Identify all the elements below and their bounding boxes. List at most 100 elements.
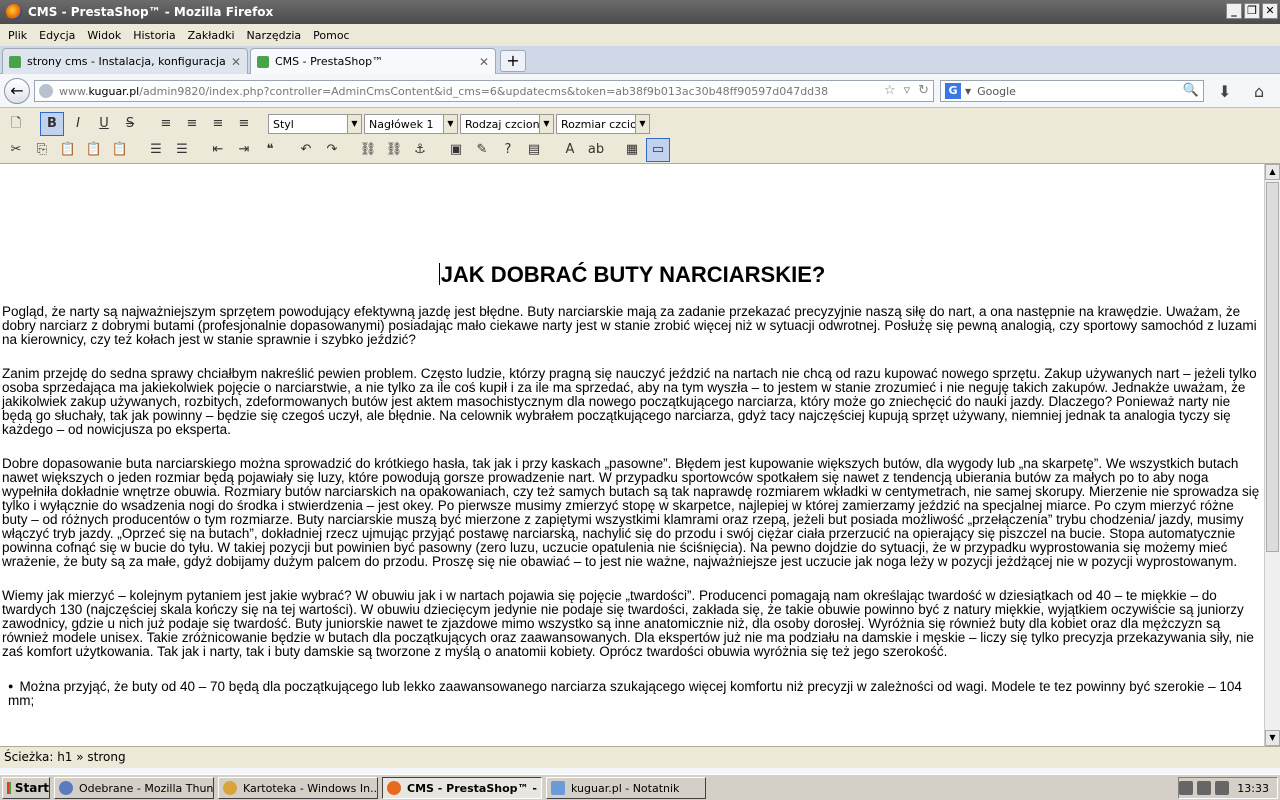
cleanup-icon[interactable]: ✎: [470, 138, 494, 162]
italic-button[interactable]: I: [66, 112, 90, 136]
scroll-thumb[interactable]: [1266, 182, 1279, 552]
align-right-icon[interactable]: ≡: [206, 112, 230, 136]
tray-app-icon[interactable]: [1179, 781, 1194, 795]
font-color-icon[interactable]: A: [558, 138, 582, 162]
help-icon[interactable]: ?: [496, 138, 520, 162]
taskbar-kartoteka[interactable]: Kartoteka - Windows In...: [218, 777, 378, 799]
undo-icon[interactable]: ↶: [294, 138, 318, 162]
close-tab-icon[interactable]: ✕: [231, 55, 241, 69]
menu-edycja[interactable]: Edycja: [33, 29, 81, 42]
url-prefix: www.: [59, 84, 89, 98]
bold-button[interactable]: B: [40, 112, 64, 136]
numbered-list-icon[interactable]: ☰: [170, 138, 194, 162]
fullscreen-icon[interactable]: ▭: [646, 138, 670, 162]
minimize-button[interactable]: _: [1226, 3, 1242, 19]
new-doc-icon[interactable]: 🗋: [4, 112, 28, 136]
bookmark-star-icon[interactable]: ☆: [884, 83, 896, 98]
window-title: CMS - PrestaShop™ - Mozilla Firefox: [28, 5, 274, 19]
format-select[interactable]: Nagłówek 1 ▼: [364, 114, 458, 134]
paste-icon[interactable]: 📋: [56, 138, 80, 162]
align-center-icon[interactable]: ≡: [180, 112, 204, 136]
article-body[interactable]: Pogląd, że narty są najważniejszym sprzę…: [2, 305, 1262, 708]
copy-icon[interactable]: ⎘: [30, 138, 54, 162]
html-icon[interactable]: ▤: [522, 138, 546, 162]
volume-icon[interactable]: [1215, 781, 1230, 795]
history-dropdown-icon[interactable]: ▿: [904, 83, 911, 98]
page-heading[interactable]: JAK DOBRAĆ BUTY NARCIARSKIE?: [0, 262, 1264, 288]
anchor-icon[interactable]: ⚓: [408, 138, 432, 162]
paste-text-icon[interactable]: 📋: [82, 138, 106, 162]
align-justify-icon[interactable]: ≡: [232, 112, 256, 136]
menu-pomoc[interactable]: Pomoc: [307, 29, 355, 42]
editor-toolbar: 🗋 B I U S ≡ ≡ ≡ ≡ Styl ▼ Nagłówek 1 ▼ Rodzaj czcionki…: [0, 108, 1280, 164]
tab-strony-cms[interactable]: strony cms - Instalacja, konfiguracja i …: [2, 48, 248, 74]
font-size-select[interactable]: Rozmiar czcionki▼: [556, 114, 650, 134]
style-select[interactable]: Styl ▼: [268, 114, 362, 134]
search-icon[interactable]: 🔍: [1183, 83, 1199, 98]
tab-label: strony cms - Instalacja, konfiguracja i …: [27, 55, 227, 68]
chevron-down-icon[interactable]: ▼: [347, 115, 361, 133]
indent-icon[interactable]: ⇥: [232, 138, 256, 162]
vertical-scrollbar[interactable]: ▲ ▼: [1264, 164, 1280, 746]
site-identity-icon[interactable]: [39, 84, 53, 98]
outdent-icon[interactable]: ⇤: [206, 138, 230, 162]
scroll-up-icon[interactable]: ▲: [1265, 164, 1280, 180]
window-titlebar: CMS - PrestaShop™ - Mozilla Firefox _ ❐ …: [0, 0, 1280, 24]
close-tab-icon[interactable]: ✕: [479, 55, 489, 69]
blockquote-icon[interactable]: ❝: [258, 138, 282, 162]
menu-widok[interactable]: Widok: [81, 29, 127, 42]
cut-icon[interactable]: ✂: [4, 138, 28, 162]
taskbar-notepad[interactable]: kuguar.pl - Notatnik: [546, 777, 706, 799]
list-item: Można przyjąć, że buty od 40 – 70 będą d…: [8, 679, 1262, 708]
chevron-down-icon[interactable]: ▼: [539, 115, 553, 133]
search-bar[interactable]: G ▼ Google 🔍: [940, 80, 1204, 102]
tab-cms-prestashop[interactable]: CMS - PrestaShop™ ✕: [250, 48, 496, 74]
taskbar-thunderbird[interactable]: Odebrane - Mozilla Thun...: [54, 777, 214, 799]
taskbar-firefox[interactable]: CMS - PrestaShop™ - M...: [382, 777, 542, 799]
google-engine-icon[interactable]: G: [945, 83, 961, 99]
menu-zakladki[interactable]: Zakładki: [182, 29, 241, 42]
task-label: kuguar.pl - Notatnik: [571, 781, 680, 795]
reload-icon[interactable]: ↻: [918, 83, 929, 98]
favicon-icon: [257, 55, 269, 68]
font-size-select-value: Rozmiar czcionki: [561, 117, 637, 131]
home-icon[interactable]: ⌂: [1254, 82, 1264, 101]
menu-plik[interactable]: Plik: [2, 29, 33, 42]
bg-color-icon[interactable]: ab: [584, 138, 608, 162]
element-path-bar: Ścieżka: h1 » strong: [0, 746, 1280, 768]
unlink-icon[interactable]: ⛓: [382, 138, 406, 162]
new-tab-button[interactable]: +: [500, 50, 526, 72]
search-placeholder: Google: [977, 84, 1016, 98]
align-left-icon[interactable]: ≡: [154, 112, 178, 136]
menu-bar: Plik Edycja Widok Historia Zakładki Narz…: [0, 24, 1280, 46]
chevron-down-icon[interactable]: ▼: [635, 115, 649, 133]
download-icon[interactable]: ⬇: [1218, 82, 1231, 101]
scroll-down-icon[interactable]: ▼: [1265, 730, 1280, 746]
url-bar[interactable]: www. kuguar.pl /admin9820/index.php?cont…: [34, 80, 934, 102]
editor-content[interactable]: JAK DOBRAĆ BUTY NARCIARSKIE? Pogląd, że …: [0, 164, 1264, 746]
start-label: Start: [14, 781, 49, 795]
windows-logo-icon: [7, 782, 11, 794]
maximize-button[interactable]: ❐: [1244, 3, 1260, 19]
font-family-select-value: Rodzaj czcionki: [465, 117, 541, 131]
task-label: CMS - PrestaShop™ - M...: [407, 781, 541, 795]
link-icon[interactable]: ⛓: [356, 138, 380, 162]
font-family-select[interactable]: Rodzaj czcionki ▼: [460, 114, 554, 134]
close-window-button[interactable]: ✕: [1262, 3, 1278, 19]
underline-button[interactable]: U: [92, 112, 116, 136]
image-icon[interactable]: ▣: [444, 138, 468, 162]
menu-narzedzia[interactable]: Narzędzia: [241, 29, 308, 42]
start-button[interactable]: Start: [2, 777, 50, 799]
back-button[interactable]: ←: [4, 78, 30, 104]
chevron-down-icon[interactable]: ▼: [443, 115, 457, 133]
favicon-icon: [9, 55, 21, 68]
paste-word-icon[interactable]: 📋: [108, 138, 132, 162]
bullet-list-icon[interactable]: ☰: [144, 138, 168, 162]
menu-historia[interactable]: Historia: [127, 29, 181, 42]
redo-icon[interactable]: ↷: [320, 138, 344, 162]
tray-network-icon[interactable]: [1197, 781, 1212, 795]
engine-dropdown-icon[interactable]: ▼: [965, 87, 971, 96]
strike-button[interactable]: S: [118, 112, 142, 136]
path-value[interactable]: h1 » strong: [57, 750, 125, 764]
media-icon[interactable]: ▦: [620, 138, 644, 162]
